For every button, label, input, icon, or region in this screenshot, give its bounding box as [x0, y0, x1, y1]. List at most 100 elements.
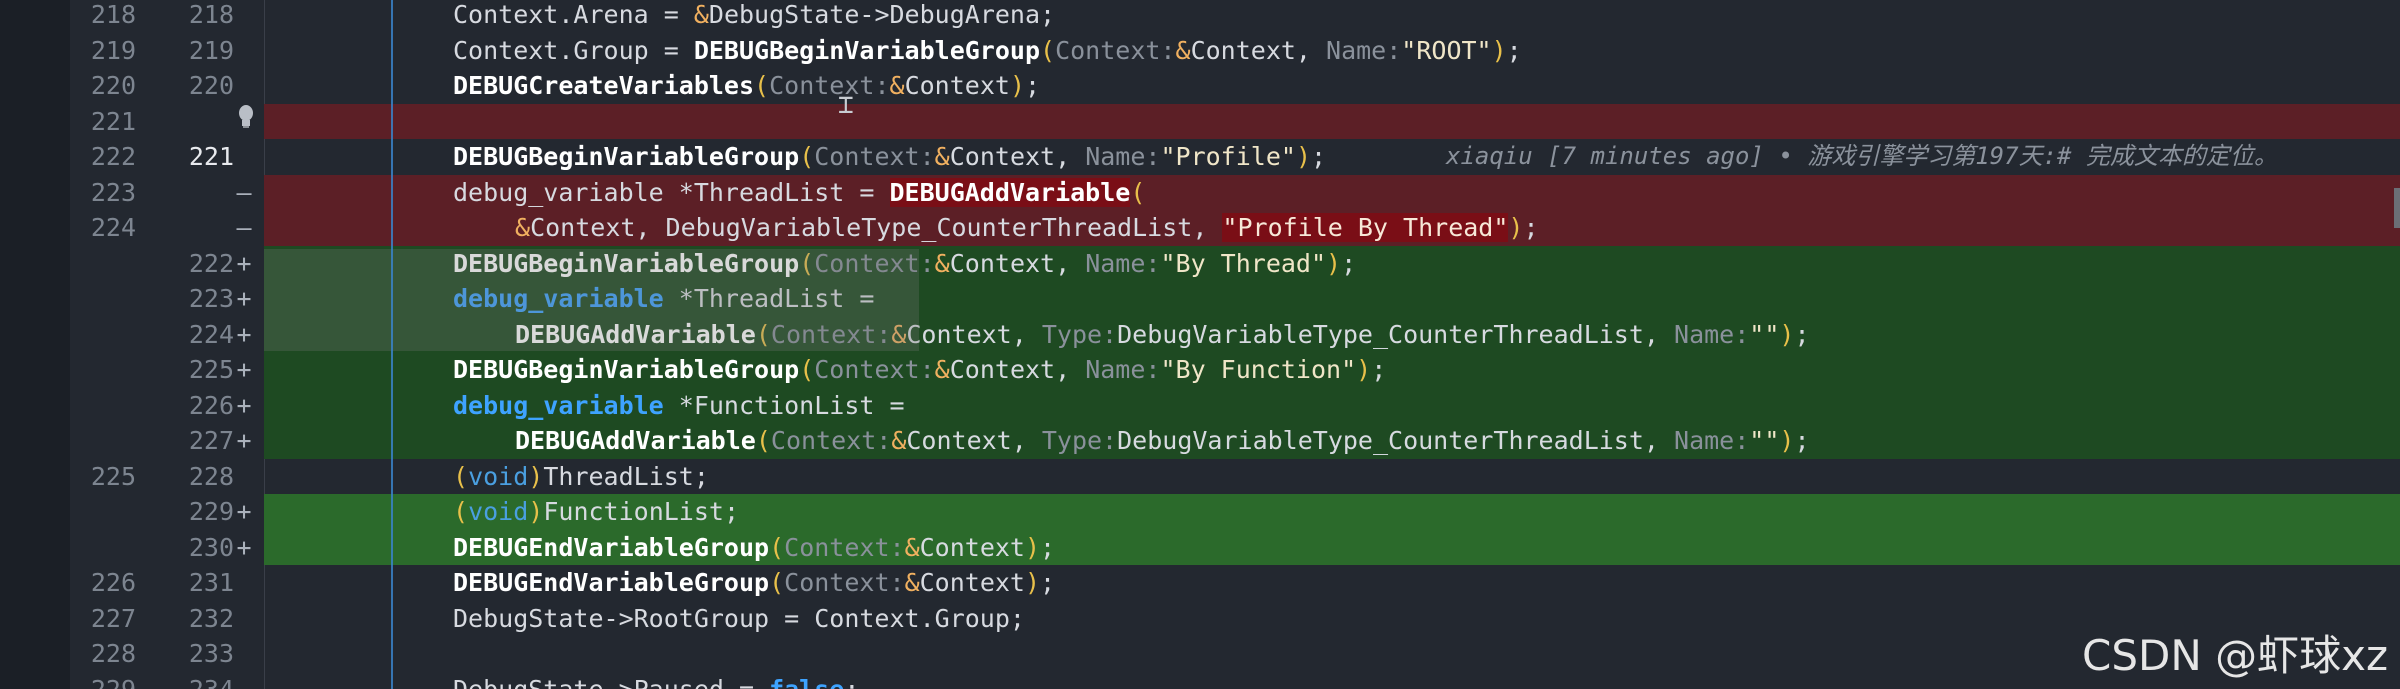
code-token: Name:: [1085, 248, 1161, 278]
code-text[interactable]: DebugState->Paused = false;: [453, 672, 859, 689]
code-token: (: [755, 426, 771, 455]
code-token: ): [1779, 426, 1795, 455]
code-token: Context,: [949, 142, 1086, 171]
scrollbar-marker[interactable]: [2394, 188, 2400, 228]
code-token: debug_variable *ThreadList =: [453, 177, 890, 207]
diff-line-ctx[interactable]: 227 232 DebugState->RootGroup = Context.Gr…: [0, 601, 2400, 637]
new-line-number: 225: [188, 355, 234, 384]
old-line-number: 225: [90, 461, 136, 491]
code-text[interactable]: Context.Arena = &DebugState->DebugArena;: [453, 0, 1055, 33]
code-text[interactable]: (void)ThreadList;: [453, 459, 709, 495]
diff-line-ctx[interactable]: 229 234 DebugState->Paused = false;: [0, 672, 2400, 689]
diff-marker: —: [236, 213, 252, 242]
new-line-number: 234: [188, 674, 234, 689]
code-token: ): [1779, 319, 1795, 349]
code-token: DEBUGCreateVariables: [453, 71, 755, 100]
diff-line-removed[interactable]: 221: [0, 103, 2400, 139]
code-token: DebugState->DebugArena;: [708, 0, 1056, 29]
diff-line-ctx[interactable]: 222 221 DEBUGBeginVariableGroup(Context:&C…: [0, 139, 2400, 175]
diff-line-removed[interactable]: 224 — &Context, DebugVariableType_CounterT…: [0, 210, 2400, 246]
code-token: ): [1024, 568, 1041, 597]
diff-line-ctx[interactable]: 218 218 Context.Arena = &DebugState->Debug…: [0, 0, 2400, 33]
code-token: DEBUGBeginVariableGroup: [453, 142, 800, 171]
diff-line-added[interactable]: 225 + DEBUGBeginVariableGroup(Context:&Con…: [0, 352, 2400, 388]
code-text[interactable]: DEBUGBeginVariableGroup(Context:&Context…: [453, 139, 1326, 175]
code-text[interactable]: DEBUGAddVariable(Context:&Context, Type:…: [515, 423, 1810, 459]
code-token: "": [1749, 319, 1780, 349]
diff-line-ctx[interactable]: 220 220 DEBUGCreateVariables(Context:&Cont…: [0, 68, 2400, 104]
code-token: (: [769, 568, 785, 597]
code-text[interactable]: DEBUGEndVariableGroup(Context:&Context);: [453, 565, 1055, 601]
code-token: "Profile By Thread": [1222, 213, 1509, 242]
diff-editor[interactable]: 218 218 Context.Arena = &DebugState->Debug…: [0, 0, 2400, 689]
new-line-number: 218: [188, 0, 234, 29]
code-token: Context,: [906, 426, 1042, 455]
diff-line-ctx[interactable]: 219 219 Context.Group = DEBUGBeginVariable…: [0, 33, 2400, 69]
diff-line-added[interactable]: 226 + debug_variable *FunctionList =: [0, 387, 2400, 424]
code-token: DEBUGBeginVariableGroup: [693, 35, 1041, 65]
code-token: Context: [904, 71, 1010, 100]
indent-guide: [391, 0, 393, 689]
diff-line-ctx[interactable]: 225 228 (void)ThreadList;: [0, 459, 2400, 495]
code-token: ;: [1523, 213, 1539, 242]
code-text[interactable]: debug_variable *FunctionList =: [453, 388, 920, 424]
code-text[interactable]: DebugState->RootGroup = Context.Group;: [453, 601, 1025, 637]
new-line-number: 231: [188, 568, 234, 597]
old-line-number: 222: [90, 142, 136, 171]
new-line-number: 227: [188, 426, 234, 455]
code-text[interactable]: (void)FunctionList;: [453, 494, 739, 530]
code-token: (: [453, 461, 469, 491]
diff-marker: +: [236, 532, 252, 562]
code-token: Context: [919, 568, 1025, 597]
code-token: &: [1175, 35, 1191, 65]
diff-line-added[interactable]: 229 + (void)FunctionList;: [0, 494, 2400, 530]
code-token: (: [799, 355, 815, 384]
code-token: "By Thread": [1160, 248, 1327, 278]
code-token: Context:: [770, 426, 892, 455]
old-line-number: 218: [90, 0, 136, 29]
old-line-number: 226: [90, 568, 136, 597]
code-token: Name:: [1674, 426, 1750, 455]
code-text[interactable]: DEBUGBeginVariableGroup(Context:&Context…: [453, 352, 1386, 388]
diff-line-added[interactable]: 230 + DEBUGEndVariableGroup(Context:&Conte…: [0, 529, 2400, 566]
code-token: Context: [919, 532, 1025, 562]
old-line-number: 219: [90, 35, 136, 65]
code-token: (: [799, 142, 815, 171]
diff-line-ctx[interactable]: 228 233: [0, 636, 2400, 672]
diff-line-ctx[interactable]: 226 231 DEBUGEndVariableGroup(Context:&Con…: [0, 565, 2400, 601]
code-token: Name:: [1085, 142, 1161, 171]
new-line-number: 226: [188, 390, 234, 420]
code-token: "Profile": [1160, 142, 1296, 171]
code-token: Name:: [1674, 319, 1750, 349]
code-token: Type:: [1041, 426, 1118, 455]
diff-marker: —: [236, 177, 252, 207]
code-token: DEBUGAddVariable: [889, 177, 1131, 207]
code-token: &: [904, 568, 920, 597]
code-token: ): [1326, 248, 1342, 278]
code-token: DebugVariableType_CounterThreadList,: [1117, 426, 1675, 455]
code-token: Context,: [949, 248, 1086, 278]
code-token: Context:: [784, 568, 905, 597]
code-token: ;: [1040, 568, 1056, 597]
new-line-number: 233: [188, 639, 234, 668]
diff-marker: +: [236, 284, 252, 313]
code-token: DebugState->RootGroup = Context.Group;: [453, 603, 1025, 633]
diff-line-removed[interactable]: 223 — debug_variable *ThreadList = DEBUGAd…: [0, 174, 2400, 211]
lightbulb-icon[interactable]: [236, 104, 256, 130]
code-text[interactable]: debug_variable *ThreadList = DEBUGAddVar…: [453, 175, 1145, 211]
code-token: DebugVariableType_CounterThreadList,: [1117, 319, 1675, 349]
code-text[interactable]: DEBUGEndVariableGroup(Context:&Context);: [453, 530, 1055, 566]
old-line-number: 229: [90, 674, 136, 689]
code-token: ;: [1025, 71, 1041, 100]
diff-line-added[interactable]: 227 + DEBUGAddVariable(Context:&Context, T…: [0, 423, 2400, 459]
code-token: DebugState->Paused =: [453, 674, 770, 689]
diff-marker: +: [236, 426, 252, 455]
new-line-number: 220: [188, 71, 234, 100]
code-text[interactable]: DEBUGCreateVariables(Context:&Context);: [453, 68, 1040, 104]
code-text[interactable]: Context.Group = DEBUGBeginVariableGroup(…: [453, 33, 1522, 69]
code-text[interactable]: &Context, DebugVariableType_CounterThrea…: [515, 210, 1539, 246]
code-token: Context,: [906, 319, 1042, 349]
selection-highlight: [264, 249, 919, 351]
code-token: ;: [1371, 355, 1387, 384]
code-token: ThreadList;: [543, 461, 709, 491]
